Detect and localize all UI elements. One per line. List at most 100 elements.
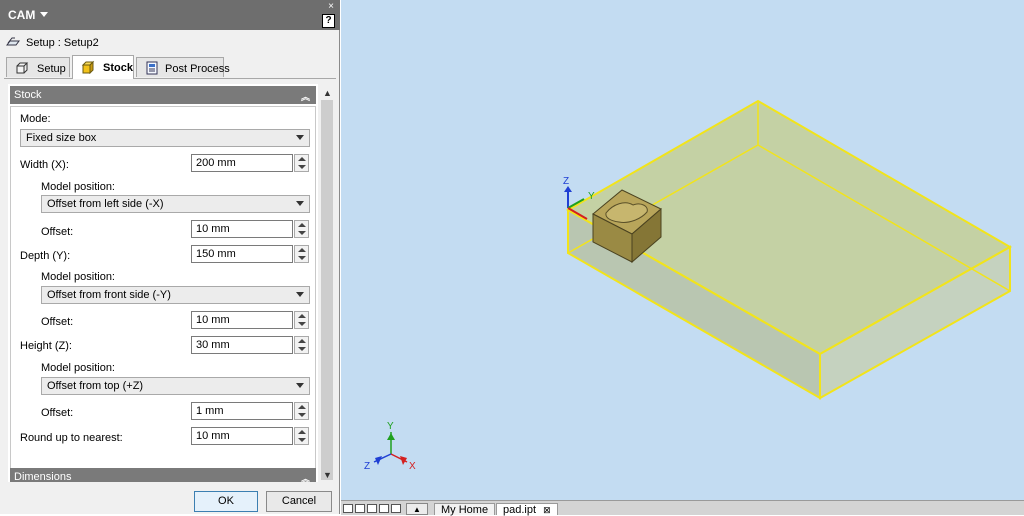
cancel-button[interactable]: Cancel	[266, 491, 332, 512]
spin-up-icon	[298, 405, 306, 409]
height-offset-spin-buttons[interactable]	[294, 402, 309, 420]
width-model-position-value: Offset from left side (-X)	[47, 198, 164, 210]
menu-up-icon[interactable]: ▲	[406, 503, 428, 515]
spin-up-icon	[298, 157, 306, 161]
scroll-up-icon[interactable]: ▲	[323, 88, 332, 98]
viewport-canvas: Z Y Y X Z	[364, 99, 1013, 472]
depth-model-position-select[interactable]: Offset from front side (-Y)	[41, 286, 310, 304]
arrange-icon[interactable]	[367, 504, 377, 513]
chevron-down-icon	[296, 383, 304, 388]
depth-input[interactable]: 150 mm	[191, 245, 293, 263]
horizontal-split-icon[interactable]	[391, 504, 401, 513]
spin-up-icon	[298, 314, 306, 318]
depth-offset-label: Offset:	[41, 316, 74, 328]
scroll-down-icon[interactable]: ▼	[323, 470, 332, 480]
spin-down-icon	[298, 413, 306, 417]
depth-spin-buttons[interactable]	[294, 245, 309, 263]
stock-section-body: Mode: Fixed size box Width (X): 200 mm M…	[10, 106, 316, 476]
depth-stepper[interactable]: 150 mm	[191, 245, 311, 263]
help-button[interactable]: ?	[322, 14, 335, 28]
vertical-split-icon[interactable]	[379, 504, 389, 513]
collapse-icon: ︽	[300, 474, 310, 482]
height-spin-buttons[interactable]	[294, 336, 309, 354]
wcs-z-label: Z	[563, 176, 569, 187]
tab-stock[interactable]: Stock	[72, 55, 134, 79]
spin-down-icon	[298, 256, 306, 260]
tile-icon[interactable]	[343, 504, 353, 513]
tab-pad-ipt-label: pad.ipt	[503, 504, 537, 516]
view-triad[interactable]: Y X Z	[364, 421, 416, 472]
caret-down-icon	[40, 12, 49, 17]
close-panel-button[interactable]: ×	[328, 1, 334, 12]
tab-post-process-label: Post Process	[165, 63, 230, 75]
height-offset-label: Offset:	[41, 407, 74, 419]
tab-setup-label: Setup	[37, 63, 66, 75]
triad-x-label: X	[409, 461, 416, 472]
cascade-icon[interactable]	[355, 504, 365, 513]
height-model-position-select[interactable]: Offset from top (+Z)	[41, 377, 310, 395]
spin-down-icon	[298, 322, 306, 326]
width-offset-input[interactable]: 10 mm	[191, 220, 293, 238]
tab-pad-ipt[interactable]: pad.ipt ⊠	[496, 503, 558, 516]
height-offset-input[interactable]: 1 mm	[191, 402, 293, 420]
depth-label: Depth (Y):	[20, 250, 71, 262]
collapse-icon: ︽	[300, 92, 310, 102]
width-spin-buttons[interactable]	[294, 154, 309, 172]
spin-down-icon	[298, 438, 306, 442]
chevron-down-icon	[296, 135, 304, 140]
3d-viewport[interactable]: Z Y Y X Z	[341, 0, 1024, 500]
scroll-thumb[interactable]	[321, 100, 333, 480]
round-stepper[interactable]: 10 mm	[191, 427, 311, 445]
spin-up-icon	[298, 248, 306, 252]
height-offset-stepper[interactable]: 1 mm	[191, 402, 311, 420]
round-spin-buttons[interactable]	[294, 427, 309, 445]
depth-model-position-label: Model position:	[41, 271, 115, 283]
width-stepper[interactable]: 200 mm	[191, 154, 311, 172]
depth-offset-stepper[interactable]: 10 mm	[191, 311, 311, 329]
height-stepper[interactable]: 30 mm	[191, 336, 311, 354]
height-model-position-value: Offset from top (+Z)	[47, 380, 144, 392]
document-tab-bar: ▲ My Home pad.ipt ⊠	[341, 500, 1024, 516]
panel-titlebar: CAM × ?	[0, 0, 340, 30]
mode-label: Mode:	[20, 113, 51, 125]
height-model-position-label: Model position:	[41, 362, 115, 374]
dimensions-section-header[interactable]: Dimensions ︽	[10, 468, 316, 482]
height-input[interactable]: 30 mm	[191, 336, 293, 354]
tab-stock-label: Stock	[103, 62, 133, 74]
mode-select[interactable]: Fixed size box	[20, 129, 310, 147]
stock-section-header[interactable]: Stock ︽	[10, 86, 316, 104]
tab-my-home-label: My Home	[441, 504, 489, 516]
width-model-position-select[interactable]: Offset from left side (-X)	[41, 195, 310, 213]
triad-x-arrow	[400, 456, 407, 465]
post-process-icon	[146, 61, 158, 75]
depth-offset-spin-buttons[interactable]	[294, 311, 309, 329]
round-input[interactable]: 10 mm	[191, 427, 293, 445]
wcs-y-label: Y	[588, 191, 595, 202]
panel-scrollbar[interactable]: ▲ ▼	[320, 84, 334, 482]
spin-up-icon	[298, 223, 306, 227]
depth-offset-input[interactable]: 10 mm	[191, 311, 293, 329]
mode-value: Fixed size box	[26, 132, 97, 144]
panel-title: CAM	[8, 8, 36, 22]
spin-down-icon	[298, 165, 306, 169]
panel-title-menu[interactable]: CAM	[8, 8, 49, 22]
tab-divider	[4, 78, 336, 79]
spin-down-icon	[298, 231, 306, 235]
triad-y-label: Y	[387, 421, 394, 432]
setup-breadcrumb: Setup : Setup2	[0, 31, 340, 53]
width-label: Width (X):	[20, 159, 69, 171]
triad-y-arrow	[387, 433, 395, 440]
spin-down-icon	[298, 347, 306, 351]
ok-button[interactable]: OK	[194, 491, 258, 512]
width-model-position-label: Model position:	[41, 181, 115, 193]
width-offset-spin-buttons[interactable]	[294, 220, 309, 238]
round-label: Round up to nearest:	[20, 432, 123, 444]
depth-model-position-value: Offset from front side (-Y)	[47, 289, 171, 301]
setup-label: Setup : Setup2	[26, 37, 99, 49]
stock-cube-icon	[81, 60, 95, 74]
width-offset-stepper[interactable]: 10 mm	[191, 220, 311, 238]
tab-my-home[interactable]: My Home	[434, 503, 496, 516]
width-input[interactable]: 200 mm	[191, 154, 293, 172]
tab-post-process[interactable]: Post Process	[136, 57, 230, 77]
tab-setup[interactable]: Setup	[6, 57, 70, 77]
